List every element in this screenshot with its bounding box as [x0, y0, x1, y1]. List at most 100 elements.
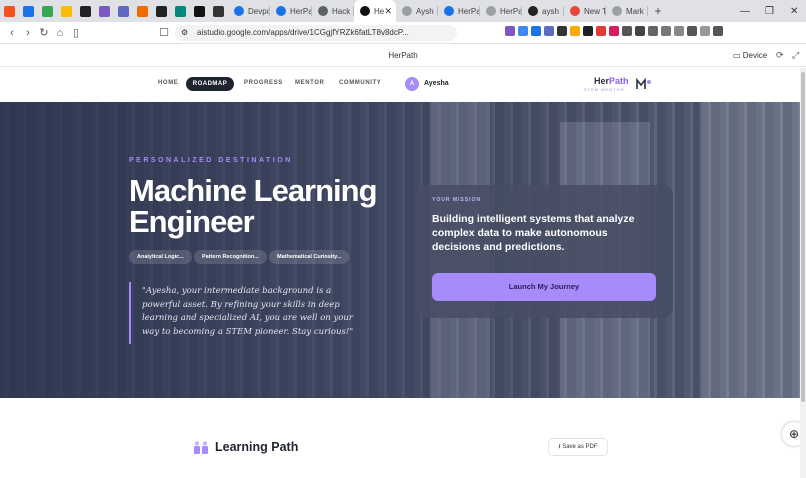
- browser-tab[interactable]: HerPa: [270, 0, 312, 22]
- studio-bar: HerPath ▭ Device ⟳ ⤢: [0, 45, 806, 67]
- pinned-tab-icon: [175, 5, 186, 17]
- scrollbar-thumb[interactable]: [801, 72, 805, 402]
- pinned-tab[interactable]: [171, 0, 190, 22]
- save-pdf-label: Save as PDF: [562, 444, 598, 450]
- extension-icon[interactable]: [674, 26, 684, 36]
- home-icon[interactable]: ⌂: [52, 27, 68, 39]
- tab-favicon-icon: [444, 6, 454, 16]
- reload-icon[interactable]: ↻: [36, 26, 52, 39]
- browser-tab[interactable]: Mark: [606, 0, 648, 22]
- extension-icon[interactable]: [661, 26, 671, 36]
- tab-label: Aysh: [416, 6, 434, 16]
- restore-button[interactable]: ❐: [765, 0, 774, 22]
- avatar[interactable]: A: [405, 77, 419, 91]
- launch-journey-button[interactable]: Launch My Journey: [432, 273, 656, 301]
- close-window-button[interactable]: ✕: [790, 0, 798, 22]
- pinned-tab[interactable]: [19, 0, 38, 22]
- app-header: HOME ROADMAP PROGRESS MENTOR COMMUNITY A…: [0, 68, 800, 102]
- extension-icon[interactable]: [583, 26, 593, 36]
- browser-tab[interactable]: He ✕: [354, 0, 396, 22]
- user-name[interactable]: Ayesha: [424, 80, 449, 87]
- pinned-tab-icon: [118, 5, 129, 17]
- nav-progress[interactable]: PROGRESS: [244, 80, 283, 86]
- extension-icon[interactable]: [687, 26, 697, 36]
- pinned-tab[interactable]: [133, 0, 152, 22]
- browser-tab[interactable]: HerPa: [438, 0, 480, 22]
- mentor-quote: "Ayesha, your intermediate background is…: [142, 286, 354, 337]
- pinned-tab[interactable]: [0, 0, 19, 22]
- extension-icon[interactable]: [570, 26, 580, 36]
- extension-icon[interactable]: [635, 26, 645, 36]
- fullscreen-icon[interactable]: ⤢: [792, 50, 799, 61]
- extension-icon[interactable]: [531, 26, 541, 36]
- extension-icon[interactable]: [609, 26, 619, 36]
- browser-tab[interactable]: HerPa: [480, 0, 522, 22]
- extension-icon[interactable]: [596, 26, 606, 36]
- logo-mark-icon: [636, 78, 651, 89]
- browser-tab[interactable]: aysh: [522, 0, 564, 22]
- refresh-preview-icon[interactable]: ⟳: [776, 50, 784, 61]
- learning-path-title: Learning Path: [215, 440, 299, 454]
- new-tab-button[interactable]: +: [648, 4, 668, 18]
- nav-community[interactable]: COMMUNITY: [339, 80, 381, 86]
- bookmark-icon[interactable]: ☐: [156, 26, 172, 39]
- pinned-tab[interactable]: [38, 0, 57, 22]
- pinned-tab-icon: [23, 5, 34, 17]
- tab-label: New T: [584, 6, 606, 16]
- browser-tabs: Devpo HerPa Hack I He ✕ Aysh HerPa HerPa aysh New…: [228, 0, 648, 22]
- forward-icon[interactable]: ›: [20, 27, 36, 39]
- extension-icons: [505, 26, 723, 36]
- extension-icon[interactable]: [713, 26, 723, 36]
- download-icon: ⭳: [558, 444, 561, 450]
- app-title: HerPath: [388, 51, 418, 60]
- tab-label: Devpo: [248, 6, 270, 16]
- tab-favicon-icon: [318, 6, 328, 16]
- browser-tab[interactable]: Hack I: [312, 0, 354, 22]
- extension-icon[interactable]: [622, 26, 632, 36]
- nav-mentor[interactable]: MENTOR: [295, 80, 325, 86]
- minimize-button[interactable]: —: [740, 0, 750, 22]
- nav-home[interactable]: HOME: [158, 80, 178, 86]
- pinned-tab[interactable]: [76, 0, 95, 22]
- tab-favicon-icon: [612, 6, 622, 16]
- extension-icon[interactable]: [505, 26, 515, 36]
- extension-icon[interactable]: [648, 26, 658, 36]
- pinned-tab[interactable]: [95, 0, 114, 22]
- trait-chip: Mathematical Curiosity...: [269, 250, 350, 264]
- tab-favicon-icon: [486, 6, 496, 16]
- extension-icon[interactable]: [518, 26, 528, 36]
- close-tab-icon[interactable]: ✕: [384, 6, 392, 17]
- tab-favicon-icon: [528, 6, 538, 16]
- browser-tab[interactable]: Devpo: [228, 0, 270, 22]
- pinned-tab[interactable]: [152, 0, 171, 22]
- hero-eyebrow: PERSONALIZED DESTINATION: [129, 157, 293, 164]
- pinned-tab-icon: [156, 5, 167, 17]
- back-icon[interactable]: ‹: [4, 27, 20, 39]
- pinned-tab[interactable]: [114, 0, 133, 22]
- device-label: Device: [742, 51, 768, 60]
- tab-favicon-icon: [276, 6, 286, 16]
- pinned-tab-icon: [61, 5, 72, 17]
- tab-label: HerPa: [458, 6, 480, 16]
- pinned-tab-icon: [213, 5, 224, 17]
- browser-tab[interactable]: New T: [564, 0, 606, 22]
- tab-label: HerPa: [500, 6, 522, 16]
- extension-icon[interactable]: [557, 26, 567, 36]
- extension-icon[interactable]: [544, 26, 554, 36]
- pinned-tab[interactable]: [190, 0, 209, 22]
- nav-roadmap[interactable]: ROADMAP: [186, 77, 234, 91]
- site-settings-icon[interactable]: ⚙: [181, 25, 188, 41]
- mission-card: YOUR MISSION Building intelligent system…: [415, 185, 673, 318]
- tab-label: Mark: [626, 6, 644, 16]
- tab-label: He: [374, 6, 385, 16]
- address-bar[interactable]: ⚙ aistudio.google.com/apps/drive/1CGgjfY…: [175, 25, 457, 41]
- device-toggle[interactable]: ▭ Device: [733, 51, 767, 60]
- career-title: Machine Learning Engineer: [129, 173, 378, 239]
- sidebar-icon[interactable]: ▯: [68, 26, 84, 39]
- logo-wordmark[interactable]: HerPath: [594, 76, 629, 86]
- save-pdf-button[interactable]: ⭳ Save as PDF: [548, 438, 608, 456]
- browser-tab[interactable]: Aysh: [396, 0, 438, 22]
- pinned-tab[interactable]: [209, 0, 228, 22]
- pinned-tab[interactable]: [57, 0, 76, 22]
- extension-icon[interactable]: [700, 26, 710, 36]
